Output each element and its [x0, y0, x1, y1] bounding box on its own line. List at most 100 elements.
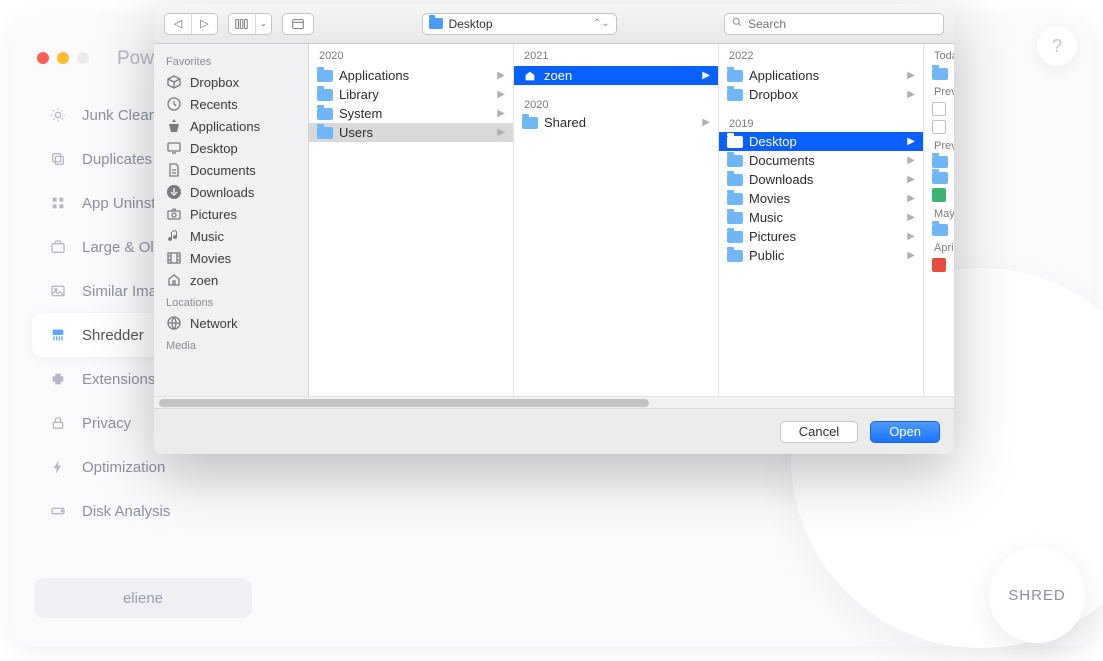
user-chip[interactable]: eliene [34, 578, 252, 618]
chevron-down-icon: ⌃⌄ [593, 18, 610, 29]
home-icon [166, 272, 182, 288]
clock-icon [166, 96, 182, 112]
favorites-label: zoen [190, 273, 218, 288]
close-icon[interactable] [37, 52, 49, 64]
list-item[interactable] [924, 118, 954, 136]
favorites-item-pictures[interactable]: Pictures [154, 203, 308, 225]
home-icon [522, 69, 538, 83]
minimize-icon[interactable] [57, 52, 69, 64]
favorites-item-documents[interactable]: Documents [154, 159, 308, 181]
path-dropdown[interactable]: Desktop ⌃⌄ [422, 13, 617, 35]
list-item[interactable]: Shared ▶ [514, 113, 718, 132]
favorites-item-desktop[interactable]: Desktop [154, 137, 308, 159]
folder-icon [932, 224, 948, 236]
list-item[interactable] [924, 66, 954, 82]
forward-button[interactable]: ▷ [191, 14, 217, 34]
globe-icon [166, 315, 182, 331]
list-item[interactable]: System▶ [309, 104, 513, 123]
sidebar-column: FavoritesDropboxRecentsApplicationsDeskt… [154, 44, 309, 396]
favorites-label: Applications [190, 119, 260, 134]
nav-segment: ◁ ▷ [164, 13, 218, 35]
doc-icon [166, 162, 182, 178]
columns-view-button[interactable] [229, 14, 255, 34]
path-label: Desktop [449, 17, 493, 31]
list-item[interactable] [924, 222, 954, 238]
camera-icon [166, 206, 182, 222]
view-chevron-button[interactable]: ⌄ [255, 14, 271, 34]
view-segment: ⌄ [228, 13, 272, 35]
list-item[interactable] [924, 100, 954, 118]
locations-item-network[interactable]: Network [154, 312, 308, 334]
locations-label: Network [190, 316, 238, 331]
favorites-item-music[interactable]: Music [154, 225, 308, 247]
list-item[interactable] [924, 256, 954, 274]
shred-button[interactable]: SHRED [989, 547, 1085, 643]
chevron-right-icon: ▶ [907, 193, 915, 204]
sidebar-item-label: Privacy [82, 415, 131, 432]
bolt-icon [48, 457, 68, 477]
list-item[interactable]: Desktop▶ [719, 132, 923, 151]
scrollbar-thumb[interactable] [159, 399, 649, 407]
item-label: Pictures [749, 229, 796, 244]
favorites-item-dropbox[interactable]: Dropbox [154, 71, 308, 93]
chevron-right-icon: ▶ [907, 136, 915, 147]
search-field[interactable] [724, 13, 944, 35]
column-subheader: May [924, 204, 954, 222]
favorites-item-recents[interactable]: Recents [154, 93, 308, 115]
chevron-right-icon: ▶ [907, 212, 915, 223]
list-item[interactable]: Public▶ [719, 246, 923, 265]
item-label: Dropbox [749, 87, 798, 102]
item-label: Public [749, 248, 784, 263]
chevron-right-icon: ▶ [702, 70, 710, 81]
open-button[interactable]: Open [870, 421, 940, 443]
favorites-item-downloads[interactable]: Downloads [154, 181, 308, 203]
grid-icon [48, 193, 68, 213]
list-item[interactable]: Dropbox▶ [719, 85, 923, 104]
sidebar-item-disk-analysis[interactable]: Disk Analysis [32, 489, 262, 533]
file-icon [932, 120, 946, 134]
search-input[interactable] [748, 17, 937, 31]
back-button[interactable]: ◁ [165, 14, 191, 34]
item-label: zoen [544, 68, 572, 83]
list-item[interactable]: Movies▶ [719, 189, 923, 208]
chevron-right-icon: ▶ [907, 155, 915, 166]
download-icon [166, 184, 182, 200]
item-label: Downloads [749, 172, 813, 187]
folder-icon [429, 18, 443, 29]
favorites-item-zoen[interactable]: zoen [154, 269, 308, 291]
list-item[interactable] [924, 186, 954, 204]
chevron-right-icon: ▶ [702, 117, 710, 128]
list-item[interactable]: Library▶ [309, 85, 513, 104]
column-2: 2022Applications▶Dropbox▶2019Desktop▶Doc… [719, 44, 924, 396]
folder-icon [727, 89, 743, 101]
puzzle-icon [48, 369, 68, 389]
item-label: Applications [339, 68, 409, 83]
list-item[interactable]: Pictures▶ [719, 227, 923, 246]
list-item[interactable]: Downloads▶ [719, 170, 923, 189]
list-item[interactable] [924, 170, 954, 186]
horizontal-scrollbar[interactable] [154, 396, 954, 408]
zoom-icon[interactable] [77, 52, 89, 64]
list-item[interactable] [924, 154, 954, 170]
copy-icon [48, 149, 68, 169]
dialog-body: FavoritesDropboxRecentsApplicationsDeskt… [154, 44, 954, 396]
folder-icon [727, 193, 743, 205]
column-1: 2021zoen▶2020Shared▶ [514, 44, 719, 396]
dialog-footer: Cancel Open [154, 408, 954, 454]
list-item[interactable]: Music▶ [719, 208, 923, 227]
list-item[interactable]: Users▶ [309, 123, 513, 142]
music-icon [166, 228, 182, 244]
item-label: Library [339, 87, 379, 102]
item-label: Shared [544, 115, 586, 130]
favorites-item-applications[interactable]: Applications [154, 115, 308, 137]
group-button[interactable] [282, 13, 314, 35]
favorites-item-movies[interactable]: Movies [154, 247, 308, 269]
favorites-label: Dropbox [190, 75, 239, 90]
column-subheader: Prev [924, 82, 954, 100]
list-item[interactable]: Applications▶ [309, 66, 513, 85]
list-item[interactable]: zoen ▶ [514, 66, 718, 85]
help-button[interactable]: ? [1037, 26, 1077, 66]
list-item[interactable]: Documents▶ [719, 151, 923, 170]
list-item[interactable]: Applications▶ [719, 66, 923, 85]
cancel-button[interactable]: Cancel [780, 421, 858, 443]
